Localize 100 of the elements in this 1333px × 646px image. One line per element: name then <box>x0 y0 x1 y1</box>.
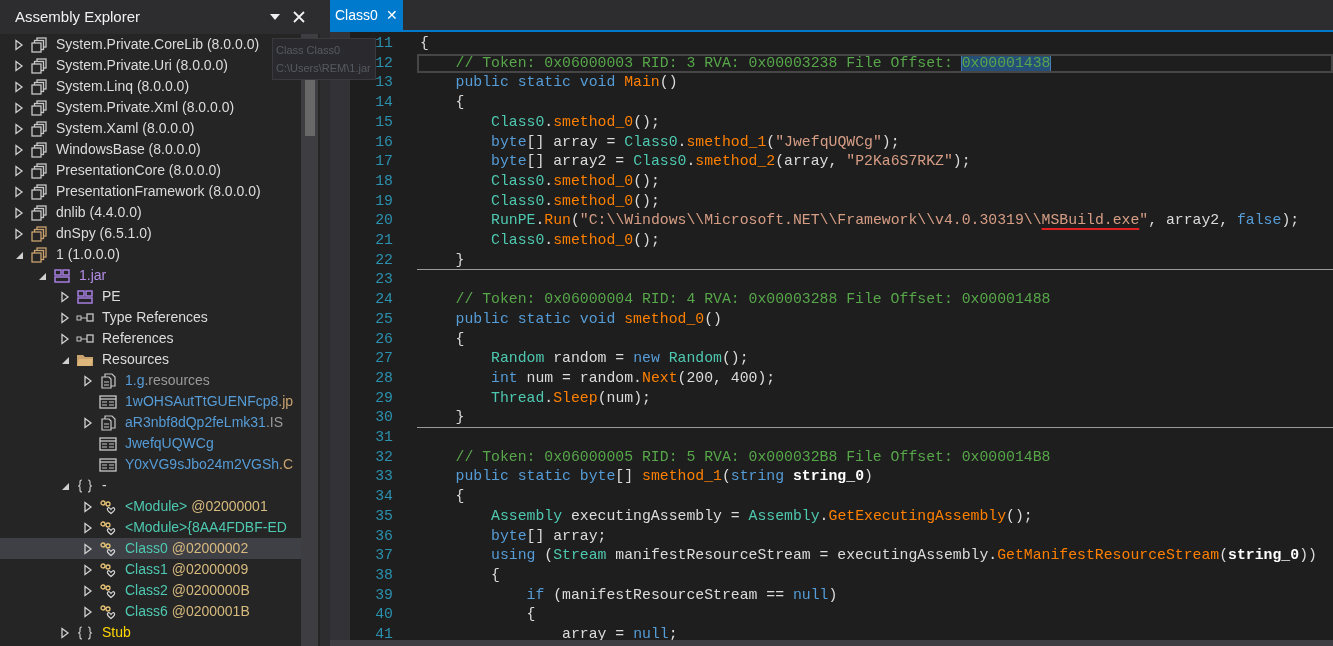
tree-item[interactable]: 1.g.resources <box>83 370 210 391</box>
collapsed-arrow-icon[interactable] <box>83 374 93 387</box>
code-text: ) <box>828 586 838 603</box>
collapsed-arrow-icon[interactable] <box>60 311 70 324</box>
class-icon <box>99 519 117 536</box>
code-text: random = <box>552 350 626 367</box>
method-name: GetExecutingAssembly <box>828 507 1007 524</box>
type-name: Thread <box>490 389 545 406</box>
tree-item[interactable]: WindowsBase (8.0.0.0) <box>14 139 201 160</box>
collapsed-arrow-icon[interactable] <box>83 521 93 534</box>
stacked-squares-icon <box>30 204 48 221</box>
code-text: () <box>659 74 678 91</box>
code-text: (); <box>633 172 660 189</box>
tree-item[interactable]: 1 (1.0.0.0) <box>14 244 120 265</box>
tree-item[interactable]: - <box>60 475 107 496</box>
tree-item[interactable]: Y0xVG9sJbo24m2VGSh.C <box>83 454 294 475</box>
code-text: , array2, <box>1148 212 1230 229</box>
collapsed-arrow-icon[interactable] <box>60 332 70 345</box>
keyword: string <box>730 468 785 485</box>
tree-item[interactable]: Class1 @02000009 <box>83 559 249 580</box>
tree-item[interactable]: Type References <box>60 307 208 328</box>
tree-item[interactable]: <Module> @02000001 <box>83 496 268 517</box>
line-number: 23 <box>374 270 393 290</box>
code-text: . <box>544 113 554 130</box>
line-number: 41 <box>374 625 393 640</box>
line-number: 22 <box>374 250 393 270</box>
editor-tab[interactable]: Class0 ✕ <box>330 0 403 30</box>
tree-item[interactable]: Resources <box>60 349 169 370</box>
tree-item[interactable]: Class2 @0200000B <box>83 580 250 601</box>
tree-item[interactable]: System.Xaml (8.0.0.0) <box>14 118 195 139</box>
code-text: (num); <box>597 389 651 406</box>
collapsed-arrow-icon[interactable] <box>14 164 24 177</box>
collapsed-arrow-icon[interactable] <box>14 59 24 72</box>
collapsed-arrow-icon[interactable] <box>83 584 93 597</box>
method-name: GetManifestResourceStream <box>997 547 1220 564</box>
tree-item[interactable]: System.Private.Xml (8.0.0.0) <box>14 97 235 118</box>
tree-item[interactable]: PresentationFramework (8.0.0.0) <box>14 181 261 202</box>
dropdown-icon[interactable] <box>269 13 281 21</box>
line-number: 16 <box>374 132 393 152</box>
collapsed-arrow-icon[interactable] <box>14 101 24 114</box>
code-text: . <box>544 192 554 209</box>
tab-close-button[interactable]: ✕ <box>385 4 398 26</box>
collapsed-arrow-icon[interactable] <box>83 500 93 513</box>
line-number: 29 <box>374 388 393 408</box>
line-number: 31 <box>374 428 393 448</box>
tree-item[interactable]: PE <box>60 286 121 307</box>
type-name: Assembly <box>490 507 563 524</box>
code-comment: // Token: 0x06000004 RID: 4 RVA: 0x00003288 File Offset: 0x00001488 <box>454 291 1051 308</box>
tree-item[interactable]: JwefqUQWCg <box>83 433 214 454</box>
tree-item[interactable]: References <box>60 328 174 349</box>
tree-item[interactable]: Stub <box>60 622 131 643</box>
tree-item[interactable]: aR3nbf8dQp2feLmk31.IS <box>83 412 283 433</box>
tree-item[interactable]: PresentationCore (8.0.0.0) <box>14 160 221 181</box>
tree-item[interactable]: System.Private.Uri (8.0.0.0) <box>14 55 228 76</box>
code-text: ( <box>721 468 731 485</box>
class-icon <box>99 582 117 599</box>
tree-item[interactable]: <Module>{8AA4FDBF-ED <box>83 517 287 538</box>
tree-item[interactable]: dnlib (4.4.0.0) <box>14 202 142 223</box>
collapsed-arrow-icon[interactable] <box>60 626 70 639</box>
tree-item[interactable]: 1wOHSAutTtGUENFcp8.jp <box>83 391 294 412</box>
tree-item[interactable]: dnSpy (6.5.1.0) <box>14 223 152 244</box>
line-number: 36 <box>374 526 393 546</box>
code-text: . <box>544 232 554 249</box>
collapsed-arrow-icon[interactable] <box>14 206 24 219</box>
method-name: smethod_0 <box>624 310 705 327</box>
code-text: () <box>704 310 722 327</box>
collapsed-arrow-icon[interactable] <box>14 143 24 156</box>
stacked-squares-icon <box>30 57 48 74</box>
resource-icon <box>99 393 117 410</box>
line-number: 32 <box>374 447 393 467</box>
collapsed-arrow-icon[interactable] <box>83 416 93 429</box>
string-literal: "JwefqUQWCg" <box>775 133 882 150</box>
code-text: (); <box>633 232 660 249</box>
code-text: (200, 400); <box>677 369 776 386</box>
line-number: 26 <box>374 329 393 349</box>
code-text: { <box>525 606 536 623</box>
code-text: ; <box>668 626 678 640</box>
collapsed-arrow-icon[interactable] <box>14 38 24 51</box>
braces-icon <box>76 477 94 494</box>
close-icon[interactable] <box>293 11 305 23</box>
string-literal: " <box>1139 212 1149 229</box>
line-number: 25 <box>374 309 393 329</box>
stacked-squares-icon <box>30 141 48 158</box>
keyword: null <box>633 626 669 640</box>
collapsed-arrow-icon[interactable] <box>14 122 24 135</box>
line-number: 37 <box>374 546 393 566</box>
collapsed-arrow-icon[interactable] <box>14 185 24 198</box>
collapsed-arrow-icon[interactable] <box>60 290 70 303</box>
tree-item[interactable]: System.Private.CoreLib (8.0.0.0) <box>14 34 260 55</box>
tree-item[interactable]: Class6 @0200001B <box>83 601 250 622</box>
collapsed-arrow-icon[interactable] <box>14 80 24 93</box>
tree-item[interactable]: System.Linq (8.0.0.0) <box>14 76 190 97</box>
collapsed-arrow-icon[interactable] <box>14 227 24 240</box>
type-name: Class0 <box>624 133 678 150</box>
tree-item[interactable]: 1.jar <box>37 265 107 286</box>
collapsed-arrow-icon[interactable] <box>83 542 93 555</box>
code-text: . <box>544 172 554 189</box>
collapsed-arrow-icon[interactable] <box>83 563 93 576</box>
collapsed-arrow-icon[interactable] <box>83 605 93 618</box>
code-text: (); <box>633 192 660 209</box>
